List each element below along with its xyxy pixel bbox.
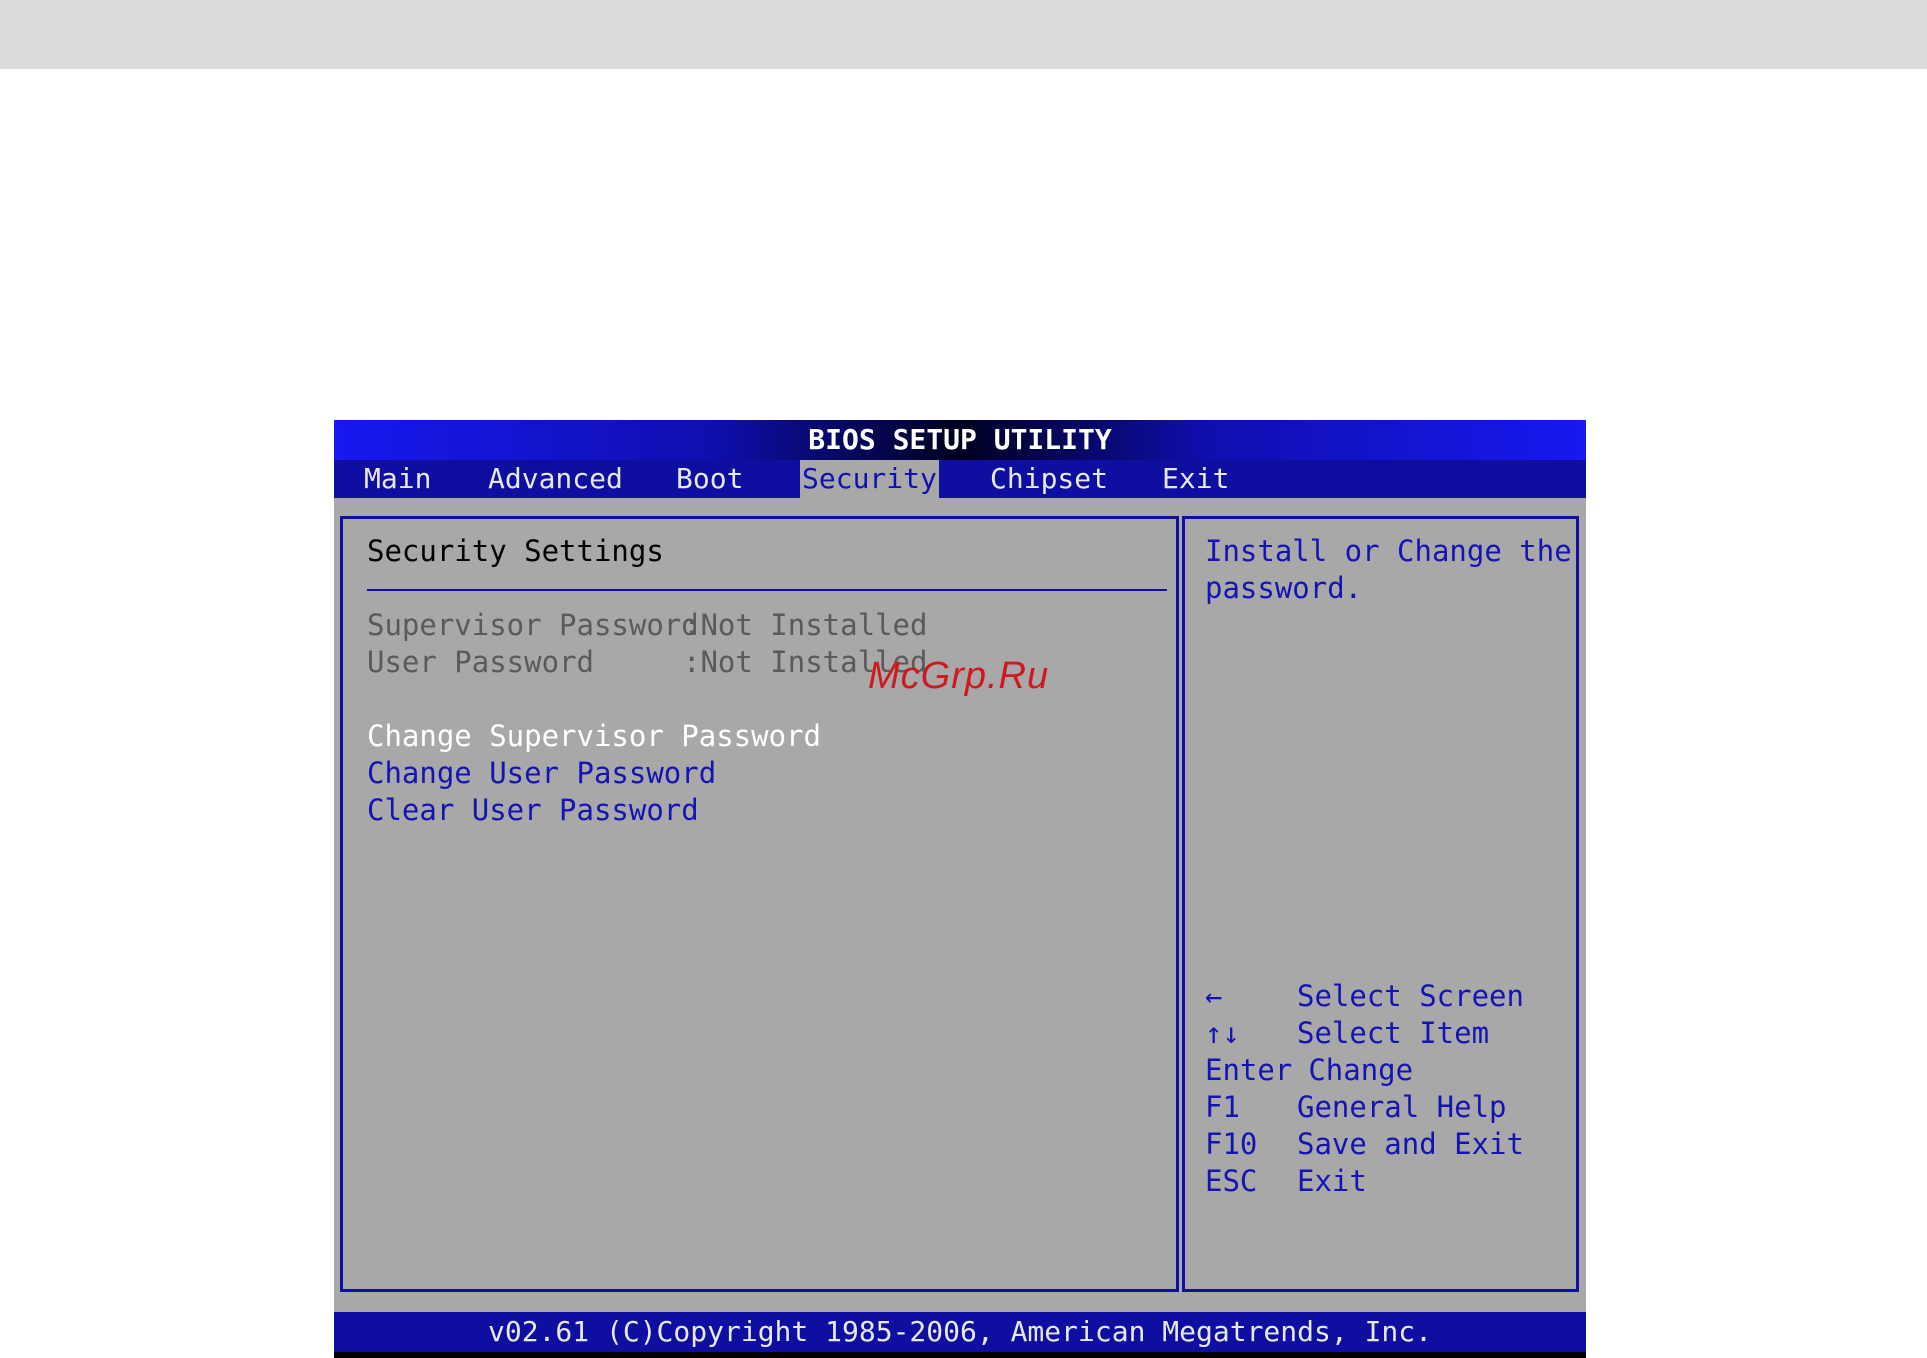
menu-main[interactable]: Main <box>362 460 433 498</box>
key-legend-select-screen: ← Select Screen <box>1205 978 1524 1015</box>
top-band <box>0 0 1927 69</box>
menu-exit[interactable]: Exit <box>1160 460 1231 498</box>
supervisor-password-label: Supervisor Password <box>367 608 699 642</box>
key-action: General Help <box>1297 1090 1507 1124</box>
key-action: Exit <box>1297 1164 1367 1198</box>
bios-screen: BIOS SETUP UTILITY Main Advanced Boot Se… <box>334 420 1586 1358</box>
help-line-2: password. <box>1205 571 1363 605</box>
key-action: Save and Exit <box>1297 1127 1524 1161</box>
help-panel: Install or Change the password. ← Select … <box>1182 516 1579 1292</box>
change-user-password-option[interactable]: Change User Password <box>367 755 716 792</box>
bottom-border <box>334 1352 1586 1358</box>
settings-panel: Security Settings Supervisor Password :N… <box>340 516 1179 1292</box>
supervisor-password-status: :Not Installed <box>683 608 928 642</box>
key-label: Enter <box>1205 1053 1293 1087</box>
heading-divider <box>367 589 1167 591</box>
menu-bar: Main Advanced Boot Security Chipset Exit <box>334 460 1586 498</box>
key-action: Select Screen <box>1297 979 1524 1013</box>
key-label: ESC <box>1205 1164 1258 1198</box>
user-password-label: User Password <box>367 645 594 679</box>
menu-chipset[interactable]: Chipset <box>988 460 1110 498</box>
key-label: F10 <box>1205 1127 1258 1161</box>
key-action: Select Item <box>1297 1016 1490 1050</box>
key-legend-change: Enter Change <box>1205 1052 1413 1089</box>
copyright-bar: v02.61 (C)Copyright 1985-2006, American … <box>334 1312 1586 1352</box>
key-legend-general-help: F1 General Help <box>1205 1089 1507 1126</box>
key-action: Change <box>1308 1053 1414 1087</box>
key-label: F1 <box>1205 1090 1240 1124</box>
menu-boot[interactable]: Boot <box>674 460 745 498</box>
change-supervisor-password-option[interactable]: Change Supervisor Password <box>367 718 821 755</box>
menu-advanced[interactable]: Advanced <box>486 460 625 498</box>
help-line-1: Install or Change the <box>1205 534 1572 568</box>
left-arrow-icon: ← <box>1205 979 1223 1013</box>
watermark: McGrp.Ru <box>868 655 1050 697</box>
up-down-arrow-icon: ↑↓ <box>1205 1016 1240 1050</box>
clear-user-password-option[interactable]: Clear User Password <box>367 792 699 829</box>
panel-heading: Security Settings <box>367 534 664 568</box>
menu-security[interactable]: Security <box>800 460 939 498</box>
bios-title: BIOS SETUP UTILITY <box>334 420 1586 460</box>
key-legend-select-item: ↑↓ Select Item <box>1205 1015 1489 1052</box>
key-legend-exit: ESC Exit <box>1205 1163 1367 1200</box>
key-legend-save-exit: F10 Save and Exit <box>1205 1126 1524 1163</box>
